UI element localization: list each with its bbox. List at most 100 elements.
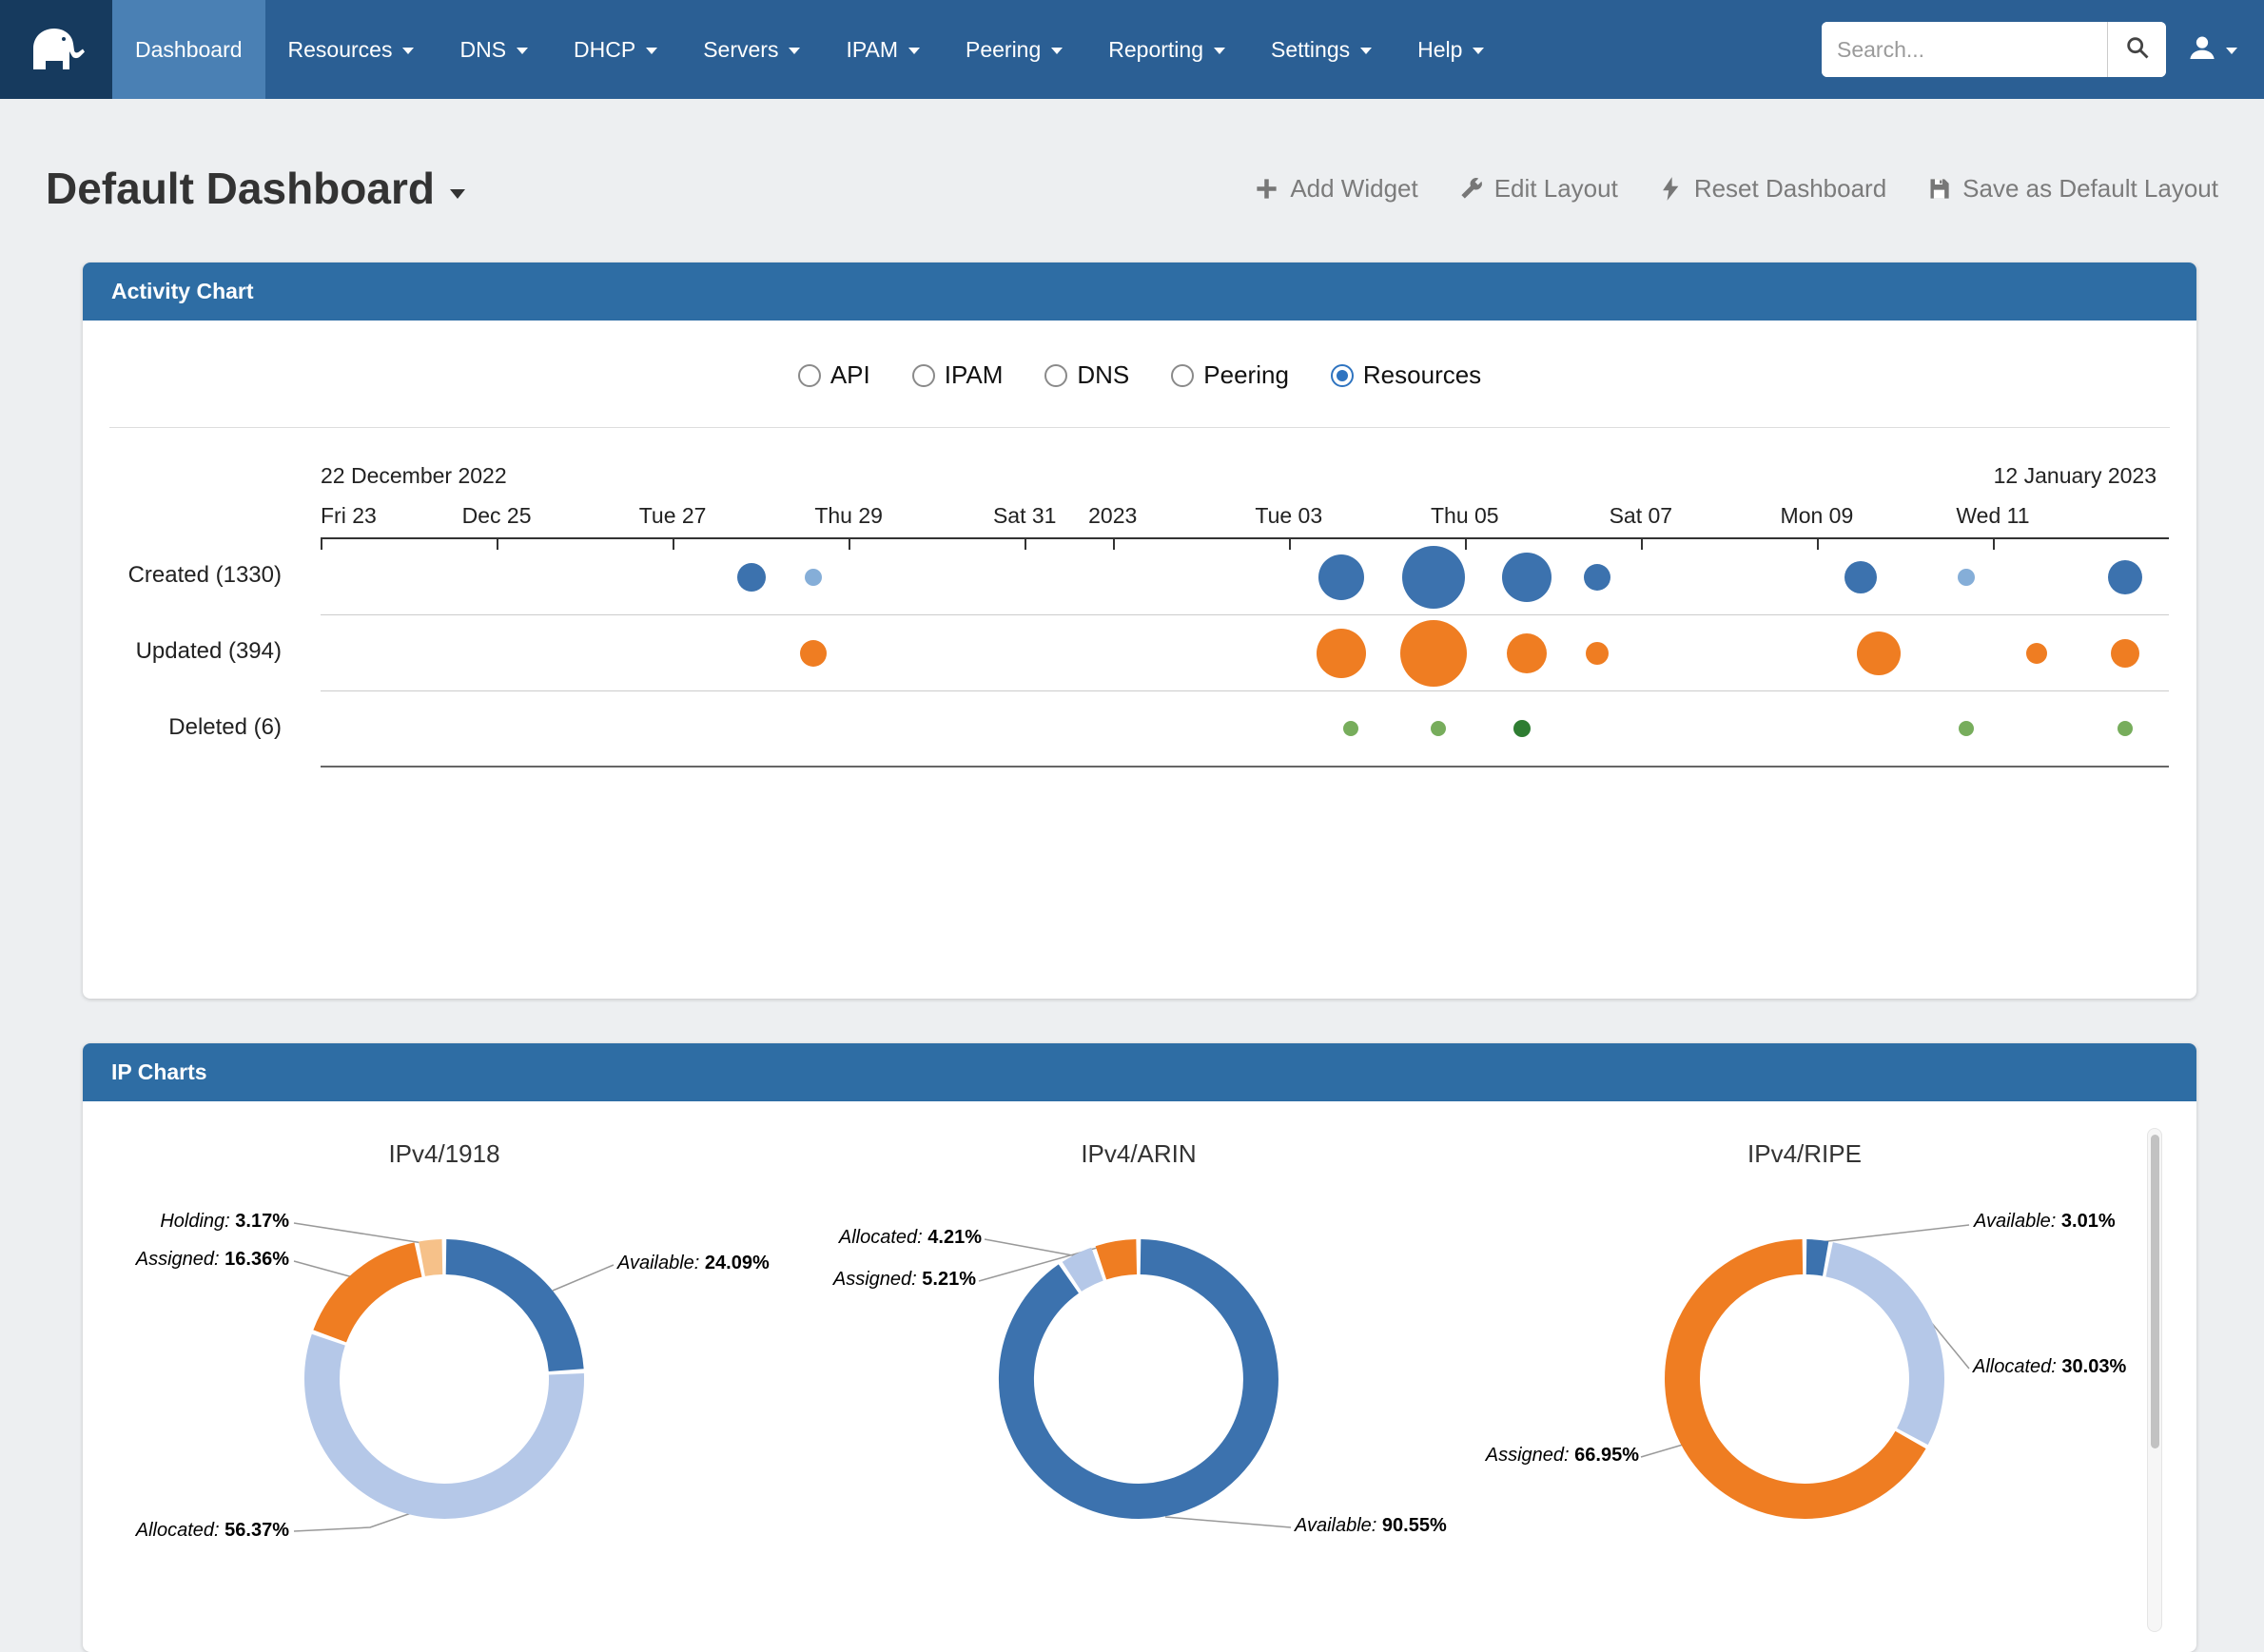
reset-dashboard-button[interactable]: Reset Dashboard <box>1658 174 1886 204</box>
donut-segment-available <box>1806 1257 1825 1259</box>
tick-label: Tue 03 <box>1255 503 1322 529</box>
activity-bubble <box>2118 721 2133 736</box>
search-input[interactable] <box>1822 22 2107 77</box>
top-navbar: Dashboard Resources DNS DHCP Servers IPAM Peer… <box>0 0 2264 99</box>
nav-item-label: Settings <box>1271 37 1350 63</box>
activity-bubble <box>2111 639 2139 668</box>
timeline-rows <box>321 537 2169 768</box>
activity-bubble <box>1844 561 1877 593</box>
activity-bubble <box>1958 569 1975 586</box>
nav-item-label: Servers <box>703 37 778 63</box>
donut-svg <box>787 1101 1491 1634</box>
activity-bubble <box>1502 553 1552 602</box>
donut-label-value: 3.17% <box>235 1211 289 1232</box>
nav-item-settings[interactable]: Settings <box>1248 0 1395 99</box>
tick-label: Thu 05 <box>1431 503 1499 529</box>
activity-bubble <box>1318 554 1364 600</box>
donut-svg <box>83 1101 787 1634</box>
activity-chart-body: APIIPAMDNSPeeringResources 22 December 2… <box>83 321 2196 999</box>
tick-label: Tue 27 <box>639 503 707 529</box>
tick-label: Sat 31 <box>993 503 1057 529</box>
chevron-down-icon <box>2226 48 2237 54</box>
chevron-down-icon <box>1473 48 1484 54</box>
user-icon <box>2187 32 2217 68</box>
activity-bubble <box>1400 620 1467 687</box>
nav-item-label: DHCP <box>574 37 635 63</box>
activity-chart-panel: Activity Chart APIIPAMDNSPeeringResource… <box>83 262 2196 999</box>
donut-label-name: Available: <box>1295 1515 1382 1536</box>
nav-item-label: IPAM <box>846 37 898 63</box>
donut-label-name: Assigned: <box>833 1269 922 1290</box>
panel-title: IP Charts <box>111 1059 207 1085</box>
donut-label-available: Available: 3.01% <box>1974 1209 2116 1234</box>
user-menu[interactable] <box>2187 32 2237 68</box>
chevron-down-icon <box>402 48 414 54</box>
nav-item-peering[interactable]: Peering <box>943 0 1085 99</box>
nav-item-label: Dashboard <box>135 37 243 63</box>
donut-label-value: 56.37% <box>224 1520 289 1541</box>
donut-label-allocated: Allocated: 30.03% <box>1973 1354 2126 1379</box>
timeline-row-deleted <box>321 691 2169 768</box>
donut-label-value: 4.21% <box>927 1227 982 1248</box>
label-leader-line <box>985 1239 1078 1256</box>
nav-item-dashboard[interactable]: Dashboard <box>112 0 265 99</box>
page-header: Default Dashboard Add Widget Edit Layout R… <box>0 148 2264 228</box>
activity-bubble <box>2108 560 2142 594</box>
app-logo[interactable] <box>0 0 112 99</box>
activity-bubble <box>1584 564 1610 591</box>
activity-bubble <box>1586 642 1609 665</box>
nav-item-dns[interactable]: DNS <box>437 0 551 99</box>
search-group <box>1822 22 2166 77</box>
title-dropdown-caret[interactable] <box>450 189 465 199</box>
action-label: Add Widget <box>1290 174 1417 204</box>
ip-panel-header: IP Charts <box>83 1043 2196 1101</box>
chevron-down-icon <box>789 48 800 54</box>
action-label: Reset Dashboard <box>1694 174 1886 204</box>
nav-item-servers[interactable]: Servers <box>680 0 823 99</box>
action-label: Save as Default Layout <box>1962 174 2218 204</box>
add-widget-button[interactable]: Add Widget <box>1254 174 1417 204</box>
ip-charts-panel: IP Charts IPv4/RIPEAvailable: 3.01%Alloc… <box>83 1043 2196 1652</box>
mammoth-logo-icon <box>26 20 87 80</box>
nav-item-dhcp[interactable]: DHCP <box>551 0 680 99</box>
nav-item-help[interactable]: Help <box>1395 0 1507 99</box>
donut-segment-allocated <box>322 1340 567 1502</box>
donut-label-assigned: Assigned: 66.95% <box>1486 1443 1639 1467</box>
donut-chart-ipv4-1918: IPv4/1918Holding: 3.17%Assigned: 16.36%A… <box>83 1101 787 1634</box>
chevron-down-icon <box>908 48 920 54</box>
label-leader-line <box>1820 1225 1969 1242</box>
activity-panel-header: Activity Chart <box>83 262 2196 321</box>
tick-label: Sat 07 <box>1610 503 1673 529</box>
nav-item-ipam[interactable]: IPAM <box>823 0 943 99</box>
timeline-ticks: Fri 23Dec 25Tue 27Thu 29Sat 312023Tue 03… <box>321 321 2169 558</box>
nav-item-reporting[interactable]: Reporting <box>1085 0 1248 99</box>
donut-segment-available <box>446 1257 566 1370</box>
row-label-updated: Updated (394) <box>83 639 282 664</box>
page-title: Default Dashboard <box>46 163 435 214</box>
label-leader-line <box>1641 1445 1683 1457</box>
wrench-icon <box>1458 176 1484 202</box>
activity-bubble <box>1431 721 1446 736</box>
nav-item-label: Peering <box>966 37 1041 63</box>
activity-bubble <box>1513 720 1531 737</box>
donut-label-available: Available: 90.55% <box>1295 1513 1447 1538</box>
navbar-right <box>1822 0 2264 99</box>
tick-label: Dec 25 <box>462 503 532 529</box>
timeline-row-created <box>321 539 2169 615</box>
donut-label-value: 66.95% <box>1574 1445 1639 1466</box>
plus-icon <box>1254 176 1279 202</box>
donut-label-name: Assigned: <box>1486 1445 1574 1466</box>
nav-item-label: DNS <box>459 37 506 63</box>
row-label-created: Created (1330) <box>83 563 282 588</box>
donut-label-name: Available: <box>617 1253 705 1273</box>
ip-charts-scrollbar-track[interactable] <box>2147 1128 2162 1632</box>
donut-segment-holding <box>422 1257 442 1259</box>
chevron-down-icon <box>1214 48 1225 54</box>
edit-layout-button[interactable]: Edit Layout <box>1458 174 1618 204</box>
save-as-default-layout-button[interactable]: Save as Default Layout <box>1926 174 2218 204</box>
nav-item-label: Reporting <box>1108 37 1203 63</box>
donut-label-name: Holding: <box>160 1211 235 1232</box>
search-button[interactable] <box>2107 22 2166 77</box>
ip-charts-scrollbar-thumb[interactable] <box>2151 1135 2159 1448</box>
nav-item-resources[interactable]: Resources <box>265 0 438 99</box>
